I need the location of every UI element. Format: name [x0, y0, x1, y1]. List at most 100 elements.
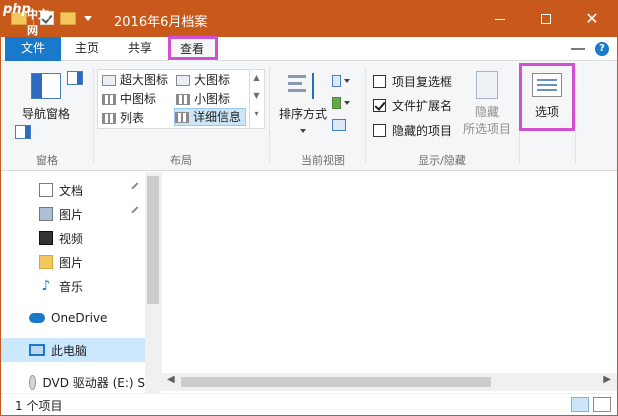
details-icon [175, 111, 189, 123]
details-pane-icon[interactable] [15, 125, 31, 139]
nav-item-onedrive[interactable]: OneDrive [1, 306, 145, 330]
medium-icons-icon [102, 93, 116, 105]
pin-icon [131, 206, 143, 218]
layout-large-icons[interactable]: 大图标 [176, 71, 230, 89]
nav-item-dvd-drive[interactable]: DVD 驱动器 (E:) S [1, 370, 145, 394]
ribbon-right-controls: ? [571, 42, 609, 56]
pictures-icon [39, 207, 53, 221]
nav-item-pictures[interactable]: 图片 [1, 202, 145, 226]
onedrive-icon [29, 313, 45, 323]
navigation-scrollbar[interactable] [145, 172, 161, 393]
file-extensions-toggle[interactable]: 文件扩展名 [373, 97, 452, 114]
logo-subtext: 中文网 [27, 8, 49, 37]
hidden-items-toggle[interactable]: 隐藏的项目 [373, 122, 452, 139]
extra-large-icons-icon [102, 74, 116, 86]
nav-item-documents[interactable]: 文档 [1, 178, 145, 202]
layout-label: 小图标 [194, 92, 231, 106]
current-view-tools [332, 73, 350, 139]
help-icon[interactable]: ? [595, 42, 609, 56]
scroll-right-icon[interactable]: ▶ [603, 374, 611, 385]
nav-item-label: 视频 [59, 231, 84, 246]
layout-label: 大图标 [194, 73, 231, 87]
minimize-button[interactable] [477, 1, 523, 37]
maximize-button[interactable] [523, 1, 569, 37]
close-button[interactable]: ✕ [569, 1, 615, 37]
layout-label: 列表 [120, 111, 145, 125]
chevron-down-icon [344, 101, 350, 105]
layout-small-icons[interactable]: 小图标 [176, 90, 230, 108]
checkbox-label: 文件扩展名 [392, 99, 453, 113]
large-icons-view-icon[interactable] [593, 397, 611, 412]
tab-file[interactable]: 文件 [5, 37, 61, 61]
layout-extra-large-icons[interactable]: 超大图标 [102, 71, 168, 89]
layout-list[interactable]: 列表 [102, 109, 144, 127]
checkbox-label: 隐藏的项目 [392, 124, 453, 138]
checkbox-label: 项目复选框 [392, 75, 453, 89]
collapse-ribbon-icon[interactable] [571, 48, 585, 54]
nav-item-videos[interactable]: 视频 [1, 226, 145, 250]
group-divider [269, 67, 270, 163]
window-title: 2016年6月档案 [114, 15, 208, 30]
layout-label: 详细信息 [193, 110, 242, 124]
nav-item-label: 图片 [59, 255, 84, 270]
group-divider [575, 67, 576, 163]
sort-by-label: 排序方式 [278, 107, 327, 121]
nav-item-this-pc[interactable]: 此电脑 [1, 338, 145, 362]
layout-gallery: 超大图标 大图标 中图标 小图标 列表 详细信息 [97, 69, 265, 129]
file-extensions-checkbox[interactable] [373, 99, 386, 112]
add-columns-icon [332, 97, 341, 109]
layout-label: 中图标 [120, 92, 157, 106]
nav-item-label: 此电脑 [51, 343, 88, 358]
horizontal-scroll-thumb[interactable] [181, 377, 491, 387]
nav-item-label: OneDrive [51, 311, 108, 325]
hidden-items-checkbox[interactable] [373, 124, 386, 137]
group-show-hide-label: 显示/隐藏 [418, 154, 466, 167]
nav-item-pictures-folder[interactable]: 图片 [1, 250, 145, 274]
hide-selected-line2: 所选项目 [462, 122, 511, 136]
layout-label: 超大图标 [120, 73, 169, 87]
size-columns-icon [332, 119, 346, 131]
chevron-down-icon[interactable] [84, 15, 92, 21]
item-checkboxes-checkbox[interactable] [373, 75, 386, 88]
item-checkboxes-toggle[interactable]: 项目复选框 [373, 73, 452, 90]
maximize-icon [541, 14, 551, 24]
list-icon [102, 112, 116, 124]
video-icon [39, 231, 53, 245]
tab-share[interactable]: 共享 [117, 37, 163, 61]
document-icon [39, 183, 53, 197]
scroll-left-icon[interactable]: ◀ [167, 374, 175, 385]
nav-item-label: DVD 驱动器 (E:) S [42, 375, 145, 390]
view-tab-highlight [168, 36, 218, 60]
navigation-pane-label: 导航窗格 [21, 107, 70, 121]
navigation-scroll-thumb[interactable] [147, 176, 159, 304]
hide-selected-icon [476, 71, 498, 99]
close-icon: ✕ [585, 9, 599, 28]
layout-gallery-scroll[interactable]: ▲ ▼ ▾ [249, 69, 263, 129]
nav-item-label: 音乐 [59, 279, 84, 294]
layout-details[interactable]: 详细信息 [174, 108, 246, 126]
group-by-button[interactable] [332, 73, 350, 89]
nav-item-label: 图片 [59, 207, 84, 222]
preview-pane-icon[interactable] [67, 71, 83, 85]
dvd-icon [29, 374, 37, 390]
size-columns-button[interactable] [332, 117, 350, 133]
file-list-area[interactable] [161, 172, 617, 373]
details-view-icon[interactable] [571, 397, 589, 412]
tab-home[interactable]: 主页 [65, 37, 109, 61]
minimize-icon [495, 18, 505, 20]
group-panes-label: 窗格 [36, 154, 58, 167]
horizontal-scrollbar[interactable]: ◀ ▶ [161, 373, 617, 391]
new-folder-icon[interactable] [60, 11, 76, 25]
sort-by-button[interactable]: 排序方式 [275, 73, 331, 136]
group-layout-label: 布局 [170, 154, 192, 167]
small-icons-icon [176, 93, 190, 105]
layout-medium-icons[interactable]: 中图标 [102, 90, 156, 108]
chevron-down-icon [344, 79, 350, 83]
options-highlight [519, 63, 575, 131]
nav-item-music[interactable]: ♪ 音乐 [1, 274, 145, 298]
hide-selected-line1: 隐藏 [474, 105, 499, 119]
group-current-view-label: 当前视图 [301, 154, 345, 167]
add-columns-button[interactable] [332, 95, 350, 111]
this-pc-icon [29, 344, 45, 356]
hide-selected-items-button[interactable]: 隐藏 所选项目 [459, 71, 515, 137]
